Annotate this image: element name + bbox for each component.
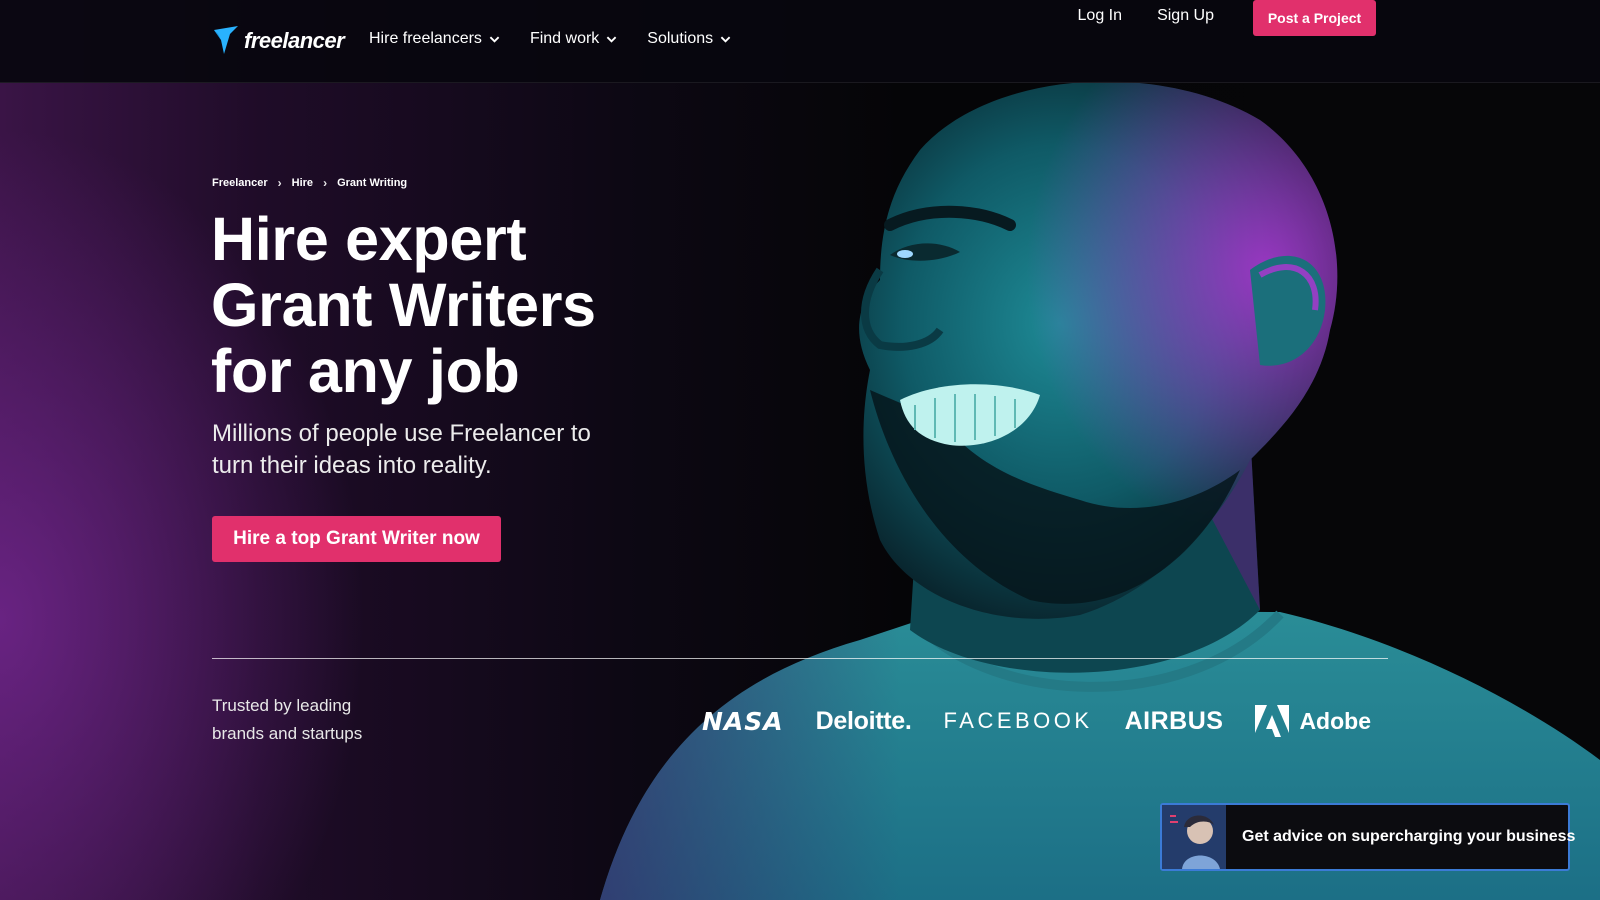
chevron-right-icon: › bbox=[277, 176, 282, 190]
adobe-mark-icon bbox=[1255, 705, 1290, 737]
robot-avatar-icon bbox=[1162, 805, 1226, 869]
chevron-down-icon bbox=[607, 36, 617, 43]
logo-wordmark: freelancer bbox=[244, 28, 345, 53]
hero-portrait-image bbox=[600, 81, 1600, 900]
nasa-logo: NASA bbox=[702, 706, 784, 736]
subtitle-line: Millions of people use Freelancer to bbox=[212, 420, 591, 447]
title-line: Hire expert bbox=[211, 205, 527, 273]
trusted-by-text: Trusted by leading brands and startups bbox=[212, 692, 412, 748]
facebook-logo: FACEBOOK bbox=[943, 708, 1093, 733]
login-link[interactable]: Log In bbox=[1078, 7, 1122, 25]
brand-logos: NASA Deloitte. FACEBOOK AIRBUS Adobe bbox=[702, 703, 1371, 739]
nav-solutions[interactable]: Solutions bbox=[647, 30, 731, 48]
nav-find-work[interactable]: Find work bbox=[530, 30, 617, 48]
trusted-line: Trusted by leading bbox=[212, 696, 352, 715]
main-nav: Hire freelancers Find work Solutions bbox=[369, 30, 731, 48]
chevron-down-icon bbox=[489, 36, 500, 43]
hero-subtitle: Millions of people use Freelancer to tur… bbox=[212, 418, 632, 482]
adobe-logo: Adobe bbox=[1255, 705, 1371, 737]
breadcrumb-item-hire[interactable]: Hire bbox=[292, 177, 313, 189]
chevron-right-icon: › bbox=[323, 176, 328, 190]
breadcrumb-item-freelancer[interactable]: Freelancer bbox=[212, 177, 268, 189]
nav-label: Solutions bbox=[647, 30, 714, 47]
nav-label: Hire freelancers bbox=[369, 30, 482, 47]
advice-label: Get advice on supercharging your busines… bbox=[1242, 828, 1576, 845]
adobe-wordmark: Adobe bbox=[1299, 707, 1371, 734]
title-line: Grant Writers bbox=[211, 271, 596, 339]
page-title: Hire expert Grant Writers for any job bbox=[211, 206, 631, 404]
trusted-line: brands and startups bbox=[212, 724, 363, 743]
title-line: for any job bbox=[211, 337, 520, 405]
site-header: freelancer Hire freelancers Find work So… bbox=[0, 0, 1600, 83]
nav-hire-freelancers[interactable]: Hire freelancers bbox=[369, 30, 500, 48]
nav-label: Find work bbox=[529, 30, 600, 47]
post-project-button[interactable]: Post a Project bbox=[1253, 0, 1376, 36]
airbus-logo: AIRBUS bbox=[1124, 706, 1224, 735]
breadcrumb: Freelancer › Hire › Grant Writing bbox=[212, 176, 407, 190]
freelancer-bird-icon bbox=[214, 26, 238, 54]
subtitle-line: turn their ideas into reality. bbox=[212, 452, 492, 479]
advice-chip[interactable]: Get advice on supercharging your busines… bbox=[1160, 803, 1575, 871]
deloitte-logo: Deloitte. bbox=[815, 706, 912, 735]
divider bbox=[212, 658, 1388, 659]
logo[interactable]: freelancer bbox=[212, 24, 345, 58]
chevron-down-icon bbox=[720, 36, 731, 43]
breadcrumb-item-current: Grant Writing bbox=[337, 177, 408, 189]
hire-grant-writer-button[interactable]: Hire a top Grant Writer now bbox=[212, 516, 501, 562]
signup-link[interactable]: Sign Up bbox=[1157, 7, 1214, 25]
